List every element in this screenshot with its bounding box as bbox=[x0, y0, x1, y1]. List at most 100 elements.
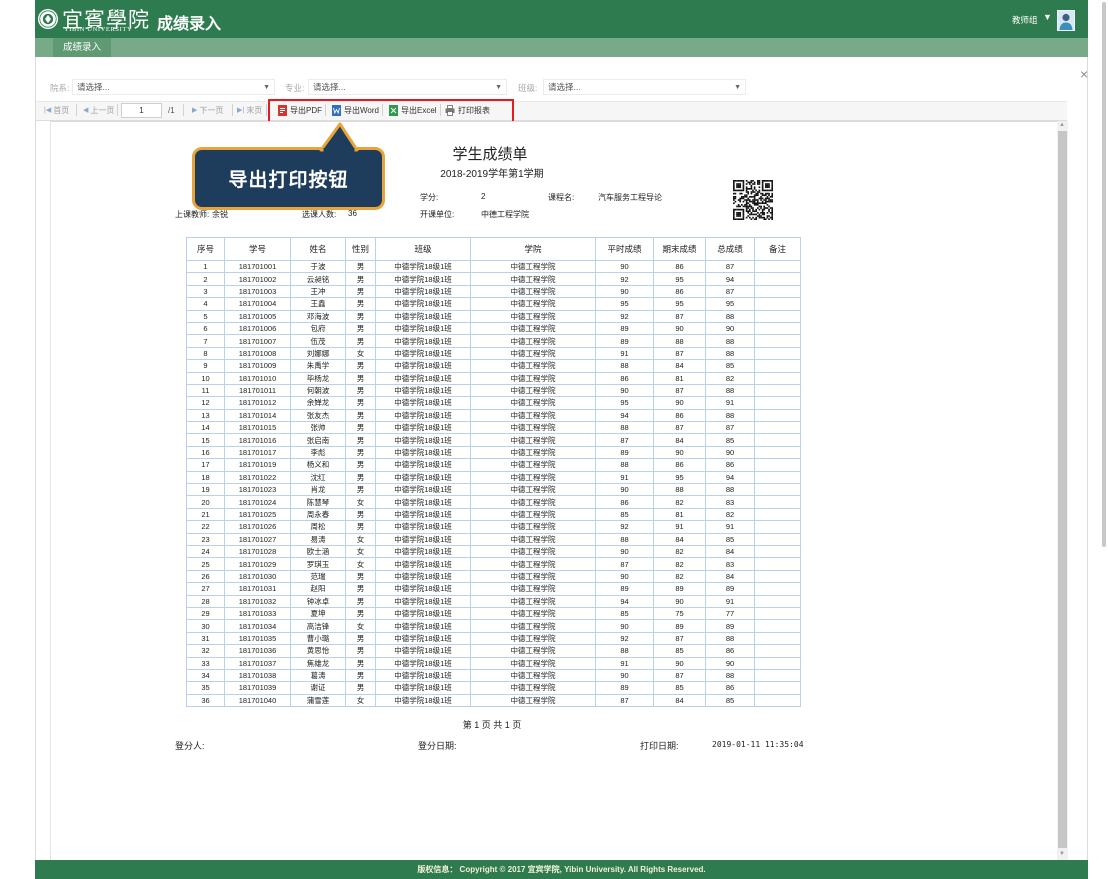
department-select[interactable]: 请选择... bbox=[72, 79, 275, 95]
cell-class: 中德学院18级1班 bbox=[375, 619, 471, 633]
cell-no: 32 bbox=[186, 644, 225, 658]
qr-module bbox=[765, 200, 767, 203]
cell-gender: 男 bbox=[345, 668, 376, 683]
prev-page-button[interactable]: 上一页 bbox=[83, 105, 114, 116]
qr-module bbox=[761, 189, 764, 192]
cell-college: 中德工程学院 bbox=[470, 272, 596, 286]
user-avatar-icon[interactable] bbox=[1057, 10, 1075, 31]
qr-module bbox=[745, 188, 748, 190]
close-icon[interactable] bbox=[1080, 66, 1088, 82]
last-page-button[interactable]: 末页 bbox=[237, 105, 262, 116]
class-select[interactable]: 请选择... bbox=[543, 79, 746, 95]
qr-module bbox=[758, 208, 761, 211]
qr-module bbox=[742, 180, 745, 182]
cell-final-score: 84 bbox=[653, 359, 706, 373]
next-page-icon bbox=[192, 105, 197, 116]
cell-total-score: 83 bbox=[705, 557, 755, 571]
cell-remark bbox=[754, 693, 801, 708]
cell-name: 李彪 bbox=[290, 445, 346, 460]
qr-module bbox=[750, 196, 753, 198]
qr-module bbox=[734, 196, 737, 198]
cell-remark bbox=[754, 557, 801, 571]
cell-regular-score: 89 bbox=[595, 681, 654, 695]
qr-module bbox=[733, 196, 735, 198]
cell-gender: 男 bbox=[345, 371, 376, 385]
qr-module bbox=[758, 180, 761, 182]
first-page-button[interactable]: 首页 bbox=[44, 105, 69, 116]
cell-class: 中德学院18级1班 bbox=[375, 470, 471, 485]
cell-student-id: 181701001 bbox=[224, 259, 291, 274]
major-select[interactable]: 请选择... bbox=[308, 79, 507, 95]
qr-module bbox=[758, 191, 761, 193]
qr-module bbox=[750, 181, 753, 184]
cell-regular-score: 88 bbox=[595, 532, 654, 547]
cell-student-id: 181701030 bbox=[224, 569, 291, 584]
cell-name: 杨义和 bbox=[290, 458, 346, 472]
cell-final-score: 90 bbox=[653, 445, 706, 460]
qr-module bbox=[744, 205, 746, 208]
cell-gender: 女 bbox=[345, 557, 376, 571]
user-role-menu[interactable]: 教师组 bbox=[1012, 14, 1038, 26]
page-scrollbar-thumb[interactable] bbox=[1102, 2, 1106, 547]
cell-no: 6 bbox=[186, 321, 225, 336]
qr-module bbox=[739, 205, 742, 208]
qr-module bbox=[742, 184, 745, 187]
cell-final-score: 85 bbox=[653, 681, 706, 695]
qr-module bbox=[742, 218, 745, 220]
column-header-name: 姓名 bbox=[290, 237, 346, 261]
qr-module bbox=[753, 218, 756, 220]
class-label: 班级: bbox=[518, 83, 538, 93]
teacher-value: 余锐 bbox=[212, 210, 228, 219]
next-page-button[interactable]: 下一页 bbox=[192, 105, 223, 116]
qr-module bbox=[749, 204, 751, 206]
cell-class: 中德学院18级1班 bbox=[375, 681, 471, 695]
qr-module bbox=[763, 212, 766, 214]
cell-gender: 男 bbox=[345, 520, 376, 534]
cell-final-score: 85 bbox=[653, 644, 706, 658]
enrolled-value: 36 bbox=[348, 209, 357, 218]
cell-no: 23 bbox=[186, 532, 225, 547]
cell-no: 30 bbox=[186, 619, 225, 633]
cell-gender: 男 bbox=[345, 272, 376, 286]
scroll-up-icon[interactable] bbox=[1059, 122, 1065, 128]
cell-remark bbox=[754, 656, 801, 670]
qr-module bbox=[734, 218, 737, 220]
qr-module bbox=[765, 183, 767, 185]
qr-module bbox=[733, 186, 735, 189]
tab-score-entry[interactable]: 成绩录入 bbox=[53, 38, 111, 57]
cell-college: 中德工程学院 bbox=[470, 619, 596, 633]
qr-module bbox=[768, 200, 770, 203]
qr-module bbox=[753, 196, 756, 198]
cell-class: 中德学院18级1班 bbox=[375, 433, 471, 447]
cell-gender: 女 bbox=[345, 619, 376, 633]
qr-module bbox=[761, 180, 764, 182]
cell-class: 中德学院18级1班 bbox=[375, 594, 471, 608]
cell-student-id: 181701029 bbox=[224, 557, 291, 571]
cell-student-id: 181701009 bbox=[224, 359, 291, 373]
scroll-down-icon[interactable] bbox=[1059, 851, 1065, 857]
qr-module bbox=[753, 202, 756, 205]
cell-regular-score: 90 bbox=[595, 383, 654, 398]
page-number-input[interactable] bbox=[121, 103, 162, 118]
qr-module bbox=[757, 204, 759, 206]
cell-remark bbox=[754, 495, 801, 509]
qr-module bbox=[747, 199, 750, 201]
cell-regular-score: 89 bbox=[595, 445, 654, 460]
chevron-down-icon[interactable] bbox=[1043, 12, 1052, 22]
qr-module bbox=[763, 199, 766, 201]
qr-module bbox=[757, 202, 759, 205]
qr-module bbox=[760, 215, 762, 217]
cell-regular-score: 86 bbox=[595, 371, 654, 385]
cell-remark bbox=[754, 619, 801, 633]
cell-gender: 男 bbox=[345, 334, 376, 348]
cell-no: 18 bbox=[186, 470, 225, 485]
qr-module bbox=[739, 218, 742, 220]
table-row: 22 181701026 周松男中德学院18级1班 中德工程学院 92 91 91 bbox=[186, 520, 801, 534]
qr-module bbox=[757, 199, 759, 201]
cell-total-score: 84 bbox=[705, 544, 755, 559]
qr-module bbox=[742, 212, 745, 214]
cell-total-score: 77 bbox=[705, 606, 755, 621]
column-header-total-score: 总成绩 bbox=[705, 237, 755, 261]
report-scrollbar-thumb[interactable] bbox=[1058, 131, 1067, 848]
qr-module bbox=[739, 186, 742, 189]
